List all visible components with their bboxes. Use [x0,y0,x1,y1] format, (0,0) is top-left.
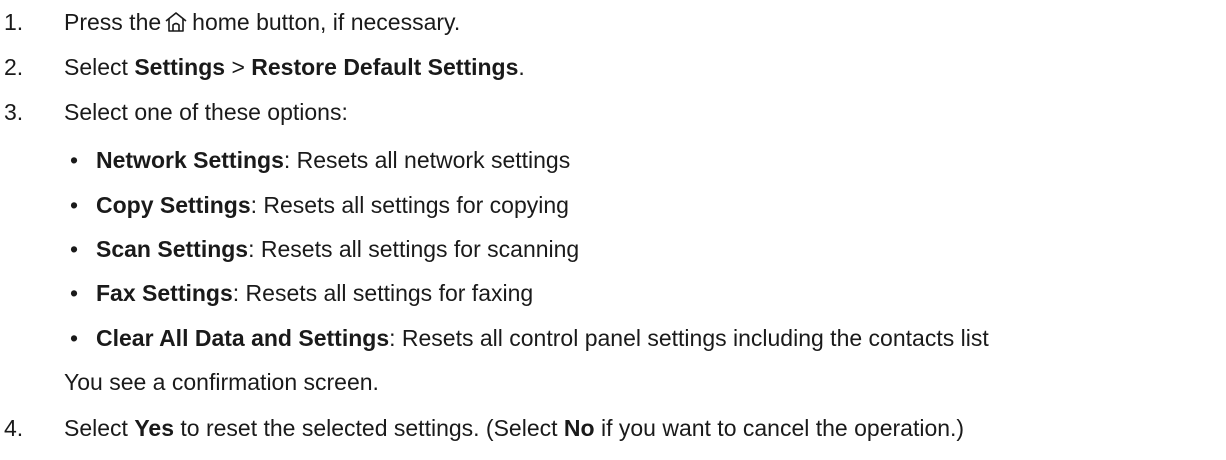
step-number: 2. [4,53,24,80]
option-desc: : Resets all settings for scanning [248,235,580,262]
step-text: Select Settings > Restore Default Settin… [64,53,525,80]
step-text-after: home button, if necessary. [192,8,461,35]
text-segment: . [518,53,525,80]
bullet: • [70,235,79,262]
text-segment: Select [64,414,135,441]
menu-restore-default-label: Restore Default Settings [251,53,519,80]
option-item: • Fax Settings: Resets all settings for f… [64,278,533,308]
option-label: Network Settings [96,146,284,173]
bullet: • [70,279,79,306]
text-segment: > [225,53,252,80]
step-number: 1. [4,8,24,35]
step-text: Select one of these options: [64,98,348,125]
no-label: No [563,414,595,441]
option-label: Clear All Data and Settings [96,324,390,351]
text-segment: Select [64,53,135,80]
step-text: Select Yes to reset the selected setting… [64,414,965,441]
yes-label: Yes [134,414,174,441]
option-item: • Network Settings: Resets all network se… [64,145,570,175]
option-item: • Scan Settings: Resets all settings for … [64,234,579,264]
confirmation-note: You see a confirmation screen. [64,367,379,397]
text-segment: if you want to cancel the operation.) [594,414,965,441]
home-icon [164,11,188,33]
option-label: Fax Settings [96,279,233,306]
option-item: • Clear All Data and Settings: Resets all… [64,323,989,353]
text-segment: to reset the selected settings. (Select [173,414,564,441]
bullet: • [70,324,79,351]
option-desc: : Resets all settings for copying [250,191,569,218]
option-label: Copy Settings [96,191,251,218]
step-number: 4. [4,414,24,441]
step-1: 1. Press the home button, if necessary. [0,7,1226,37]
step-2: 2. Select Settings > Restore Default Set… [0,52,1226,82]
note-text: You see a confirmation screen. [64,368,379,395]
step-text-before: Press the [64,8,162,35]
step-number: 3. [4,98,24,125]
menu-settings-label: Settings [134,53,226,80]
option-desc: : Resets all control panel settings incl… [389,324,989,351]
option-desc: : Resets all network settings [283,146,571,173]
option-label: Scan Settings [96,235,249,262]
step-text: Press the home button, if necessary. [64,8,461,35]
instruction-document: 1. Press the home button, if necessary. 2… [0,0,1226,460]
step-3: 3. Select one of these options: [0,97,1226,127]
bullet: • [70,146,79,173]
option-item: • Copy Settings: Resets all settings for … [64,190,569,220]
option-desc: : Resets all settings for faxing [232,279,534,306]
bullet: • [70,191,79,218]
step-4: 4. Select Yes to reset the selected sett… [0,413,1226,443]
